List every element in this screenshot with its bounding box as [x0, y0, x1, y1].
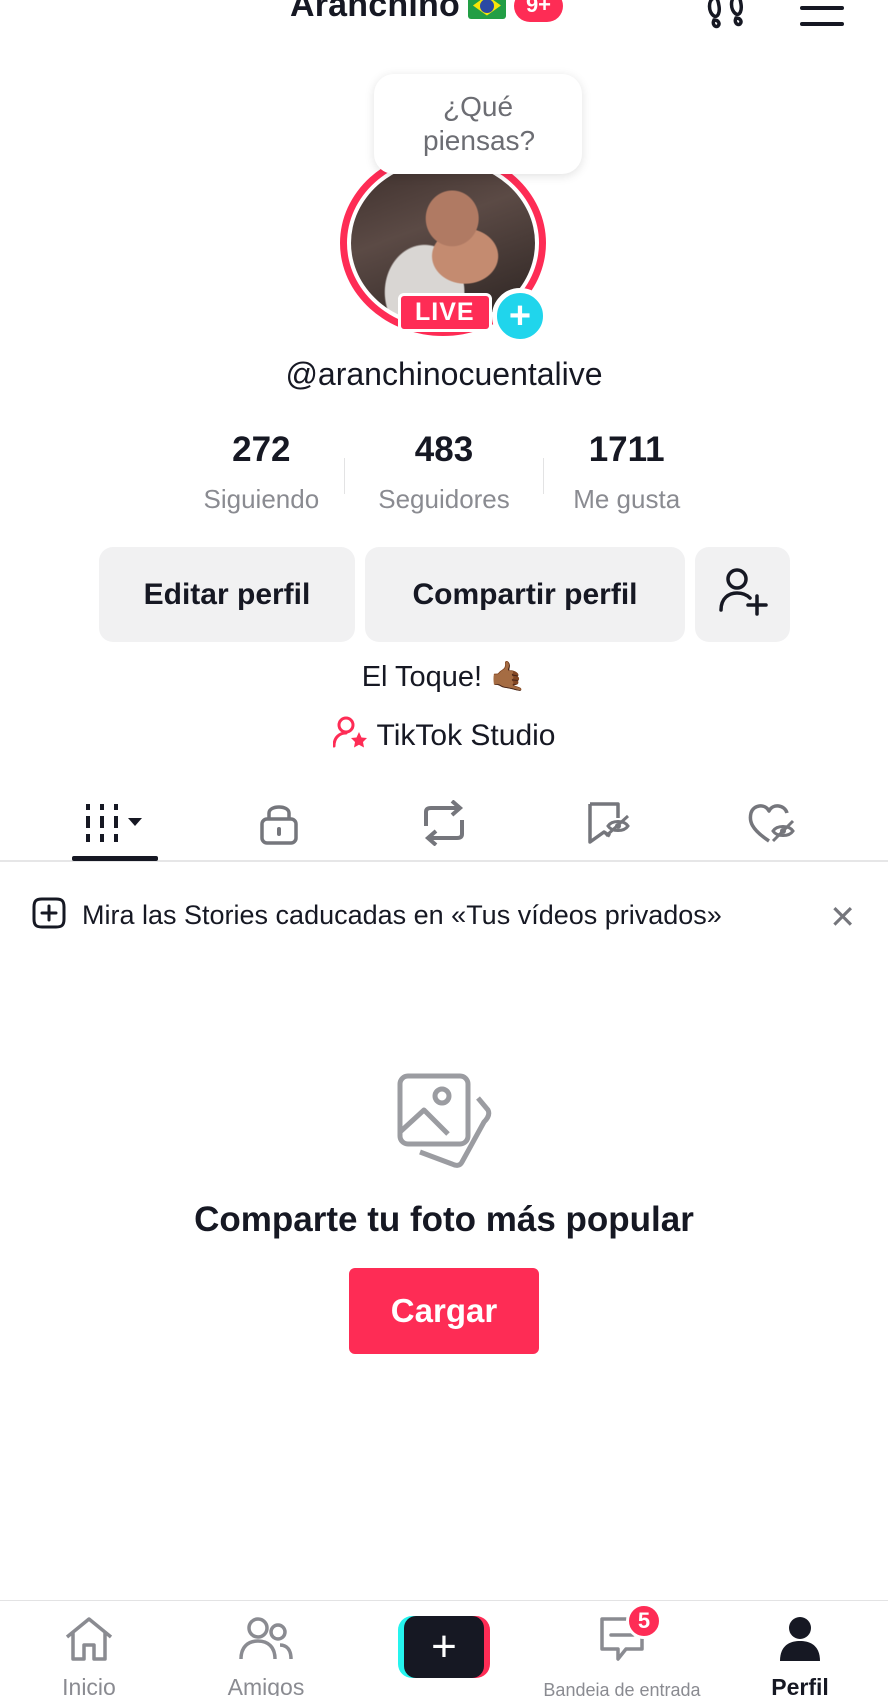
avatar[interactable]: LIVE + — [340, 150, 550, 344]
repost-icon — [420, 798, 468, 851]
footprints-icon[interactable] — [706, 0, 750, 39]
tab-private[interactable] — [229, 790, 329, 860]
stat-followers[interactable]: 483 Seguidores — [353, 430, 536, 515]
menu-icon[interactable] — [800, 4, 844, 33]
create-icon: + — [404, 1616, 484, 1678]
stat-likes[interactable]: 1711 Me gusta — [535, 430, 718, 515]
stat-value: 1711 — [588, 430, 665, 469]
bio-text: El Toque! 🤙🏾 — [361, 661, 527, 693]
stat-value: 272 — [232, 430, 291, 469]
stat-label: Me gusta — [573, 484, 681, 514]
lock-icon — [259, 801, 299, 850]
tiktok-studio-link[interactable]: TikTok Studio — [0, 716, 888, 756]
videos-grid-icon — [84, 802, 146, 849]
liked-icon — [747, 801, 797, 850]
photo-stack-icon — [396, 1072, 492, 1173]
notification-badge: 9+ — [513, 0, 564, 22]
creator-star-icon — [332, 716, 369, 756]
upload-button[interactable]: Cargar — [349, 1268, 539, 1354]
title-group[interactable]: Aranchino 9+ — [290, 0, 564, 25]
top-bar: Aranchino 9+ — [0, 0, 888, 40]
active-tab-indicator — [72, 856, 158, 861]
close-icon[interactable]: ✕ — [829, 898, 856, 936]
stat-divider — [543, 458, 544, 494]
stat-value: 483 — [414, 430, 474, 469]
banner-text: Mira las Stories caducadas en «Tus vídeo… — [82, 899, 722, 930]
empty-state-title: Comparte tu foto más popular — [194, 1200, 694, 1239]
studio-label: TikTok Studio — [376, 719, 556, 752]
stories-banner[interactable]: Mira las Stories caducadas en «Tus vídeo… — [32, 890, 856, 940]
tab-liked[interactable] — [722, 790, 822, 860]
note-bubble-text: ¿Qué piensas? — [423, 91, 536, 156]
username: @aranchinocuentalive — [285, 356, 603, 392]
story-plus-icon — [32, 897, 66, 934]
add-story-button[interactable]: + — [492, 288, 548, 344]
nav-home[interactable]: Inicio — [9, 1615, 169, 1696]
nav-label: Inicio — [62, 1674, 116, 1696]
add-user-icon — [717, 566, 769, 624]
create-button[interactable]: + — [398, 1616, 490, 1678]
stats-row: 272 Siguiendo 483 Seguidores 1711 Me gus… — [170, 430, 718, 515]
nav-profile[interactable]: Perfil — [720, 1615, 880, 1696]
tab-favorites[interactable] — [558, 790, 658, 860]
stat-divider — [344, 458, 345, 494]
nav-label: Perfil — [771, 1674, 829, 1696]
home-icon — [63, 1615, 115, 1668]
nav-label: Bandeja de entrada — [543, 1680, 701, 1696]
brazil-flag-icon — [467, 0, 506, 19]
content-tabs — [0, 790, 888, 862]
stat-label: Seguidores — [378, 484, 510, 514]
inbox-icon: 5 — [596, 1603, 662, 1668]
bottom-nav: Inicio Amigos + 5 Bandeja de entrada Per… — [0, 1600, 888, 1696]
favorites-icon — [584, 800, 632, 851]
nav-inbox[interactable]: 5 Bandeja de entrada — [542, 1603, 702, 1696]
nav-label: Amigos — [227, 1674, 305, 1696]
add-friends-button[interactable] — [695, 547, 790, 642]
stat-label: Siguiendo — [203, 484, 320, 514]
friends-icon — [238, 1615, 294, 1668]
tab-videos[interactable] — [65, 790, 165, 860]
profile-icon — [776, 1615, 824, 1668]
note-bubble[interactable]: ¿Qué piensas? — [374, 74, 582, 174]
live-badge: LIVE — [398, 293, 492, 332]
nav-friends[interactable]: Amigos — [186, 1615, 346, 1696]
page-title: Aranchino — [290, 0, 460, 24]
edit-profile-button[interactable]: Editar perfil — [99, 547, 355, 642]
stat-following[interactable]: 272 Siguiendo — [170, 430, 353, 515]
tab-reposts[interactable] — [394, 790, 494, 860]
inbox-badge: 5 — [626, 1603, 662, 1639]
share-profile-button[interactable]: Compartir perfil — [365, 547, 685, 642]
